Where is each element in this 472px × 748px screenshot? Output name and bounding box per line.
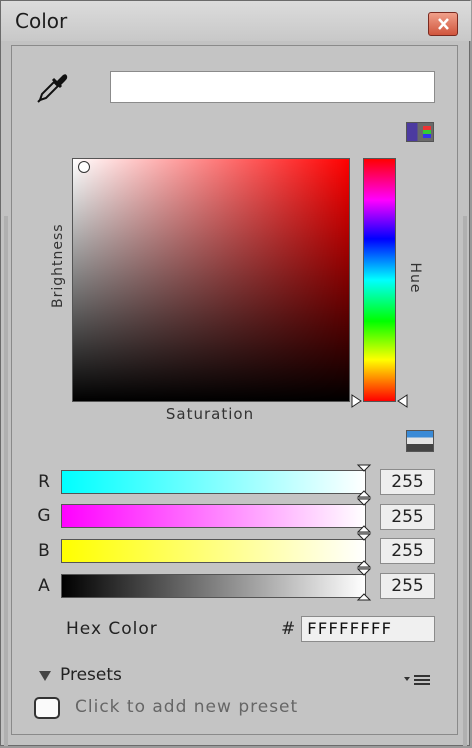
slider-mode-icon[interactable]: [406, 430, 434, 452]
g-slider[interactable]: [61, 504, 366, 528]
a-slider[interactable]: [61, 574, 366, 598]
triangle-down-icon[interactable]: [38, 670, 52, 682]
g-value-field[interactable]: 255: [380, 504, 435, 530]
hex-color-label: Hex Color: [66, 619, 158, 639]
b-label: B: [38, 541, 50, 561]
presets-header[interactable]: Presets: [60, 665, 122, 685]
saturation-brightness-field[interactable]: [72, 158, 350, 402]
left-border-scroll: [4, 216, 8, 746]
close-icon: [438, 18, 449, 30]
title-bar[interactable]: Color: [1, 1, 471, 41]
sv-picker-cursor[interactable]: [78, 161, 90, 173]
hue-label: Hue: [407, 262, 423, 294]
hue-slider[interactable]: [363, 158, 396, 402]
current-color-swatch[interactable]: [110, 71, 435, 103]
saturation-label: Saturation: [165, 405, 255, 423]
g-label: G: [37, 506, 51, 526]
r-value-field[interactable]: 255: [380, 469, 435, 495]
eyedropper-icon[interactable]: [36, 70, 70, 104]
brightness-label: Brightness: [50, 223, 66, 308]
hex-hash-label: #: [281, 619, 296, 639]
r-slider[interactable]: [61, 470, 366, 494]
right-border-scroll: [463, 216, 467, 746]
sv-bottom-arrow-icon: [351, 394, 362, 408]
hue-handle-icon[interactable]: [396, 394, 408, 408]
window-title: Color: [15, 9, 68, 33]
add-preset-hint[interactable]: Click to add new preset: [75, 697, 298, 717]
color-gamut-icon[interactable]: [406, 122, 434, 142]
hex-input[interactable]: FFFFFFFF: [301, 616, 435, 642]
r-label: R: [38, 472, 50, 492]
close-button[interactable]: [428, 12, 458, 36]
add-preset-button[interactable]: [34, 697, 60, 719]
b-value-field[interactable]: 255: [380, 538, 435, 564]
a-value-field[interactable]: 255: [380, 573, 435, 599]
b-slider[interactable]: [61, 539, 366, 563]
a-label: A: [38, 576, 50, 596]
menu-icon[interactable]: [402, 671, 432, 687]
slider-thumbs[interactable]: [356, 463, 372, 603]
